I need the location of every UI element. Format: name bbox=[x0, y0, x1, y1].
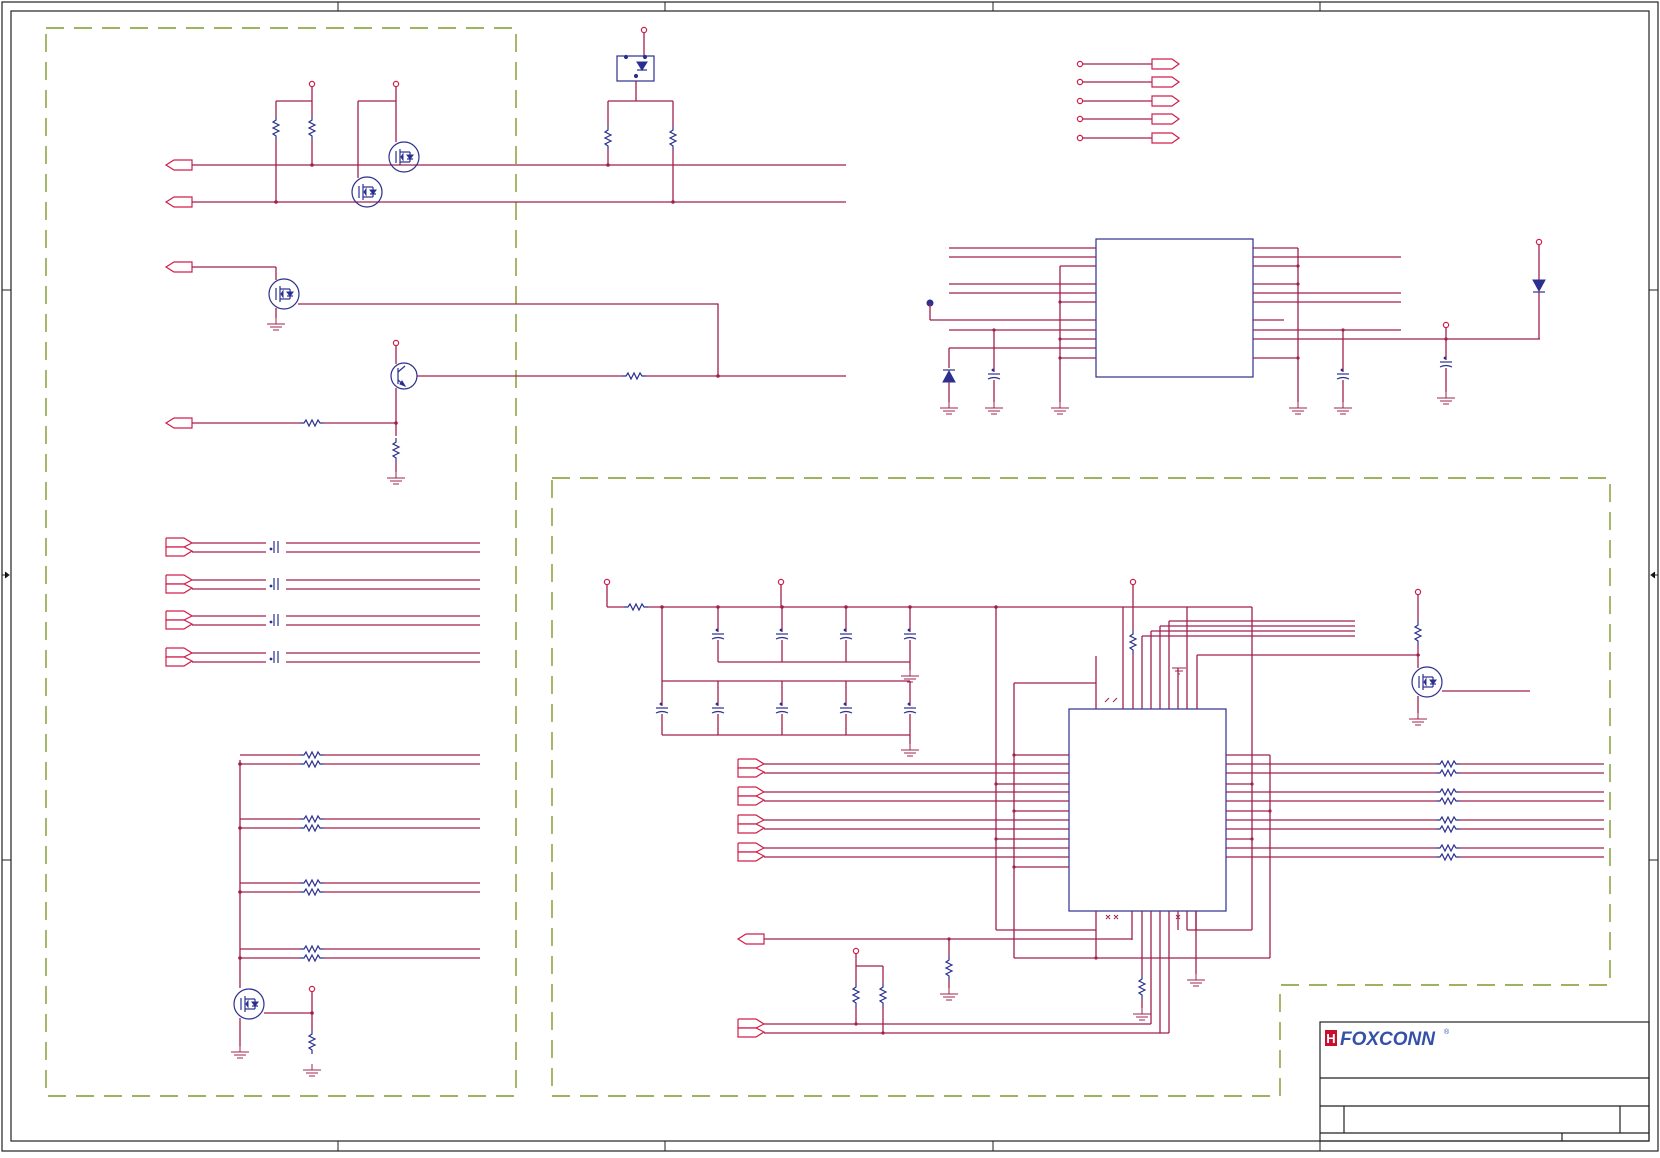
load-switch-block bbox=[604, 26, 677, 204]
output-port-group bbox=[1076, 58, 1180, 144]
mosfet bbox=[233, 988, 265, 1020]
ground-symbol bbox=[302, 1063, 322, 1077]
mosfet bbox=[388, 141, 420, 173]
decoupling-caps-row2 bbox=[655, 607, 920, 757]
bjt-transistor bbox=[390, 362, 418, 390]
resistor bbox=[308, 1029, 316, 1055]
decoupling-caps-row1 bbox=[711, 607, 920, 683]
ground-symbol bbox=[266, 317, 286, 331]
net-port bbox=[165, 159, 193, 171]
zener-diode bbox=[1532, 279, 1546, 293]
power-pin bbox=[308, 985, 316, 993]
resistor bbox=[272, 115, 280, 141]
net-port bbox=[165, 196, 193, 208]
registered-mark: ® bbox=[1444, 1028, 1450, 1036]
schematic-drawing: H FOXCONN ® bbox=[1, 1, 1659, 1152]
mosfet bbox=[268, 278, 300, 310]
title-block: H FOXCONN ® bbox=[1319, 1021, 1650, 1142]
bottom-right-group-box bbox=[551, 477, 1611, 1097]
schematic-sheet: H FOXCONN ® bbox=[0, 0, 1660, 1153]
logo-mark: H bbox=[1326, 1031, 1335, 1046]
ic-chip-main bbox=[1068, 708, 1227, 912]
ground-symbol bbox=[230, 1045, 250, 1059]
power-pin bbox=[392, 339, 400, 347]
net-port bbox=[737, 933, 765, 945]
diff-output-resistors bbox=[1226, 760, 1604, 861]
diode bbox=[942, 369, 956, 383]
top-ic-block bbox=[926, 238, 1546, 415]
resistor bbox=[621, 372, 647, 380]
left-group-box bbox=[45, 27, 517, 1097]
net-port bbox=[165, 417, 193, 429]
power-pin bbox=[392, 80, 400, 88]
left-group bbox=[165, 80, 846, 1077]
ac-coupled-pairs bbox=[165, 537, 480, 667]
sheet-border bbox=[1, 1, 1659, 1152]
ground-symbol bbox=[386, 471, 406, 485]
foxconn-logo: H FOXCONN ® bbox=[1325, 1028, 1450, 1050]
mosfet bbox=[1411, 666, 1443, 698]
power-pin bbox=[308, 80, 316, 88]
resistor bbox=[299, 419, 325, 427]
net-port bbox=[165, 261, 193, 273]
resistor bbox=[308, 115, 316, 141]
ic-chip-top bbox=[1095, 238, 1254, 378]
resistor bbox=[392, 437, 400, 463]
logo-wordmark: FOXCONN bbox=[1340, 1029, 1436, 1050]
bottom-right-group bbox=[603, 578, 1604, 1038]
series-resistor-pairs bbox=[238, 751, 480, 988]
diff-input-ports bbox=[737, 758, 1069, 862]
